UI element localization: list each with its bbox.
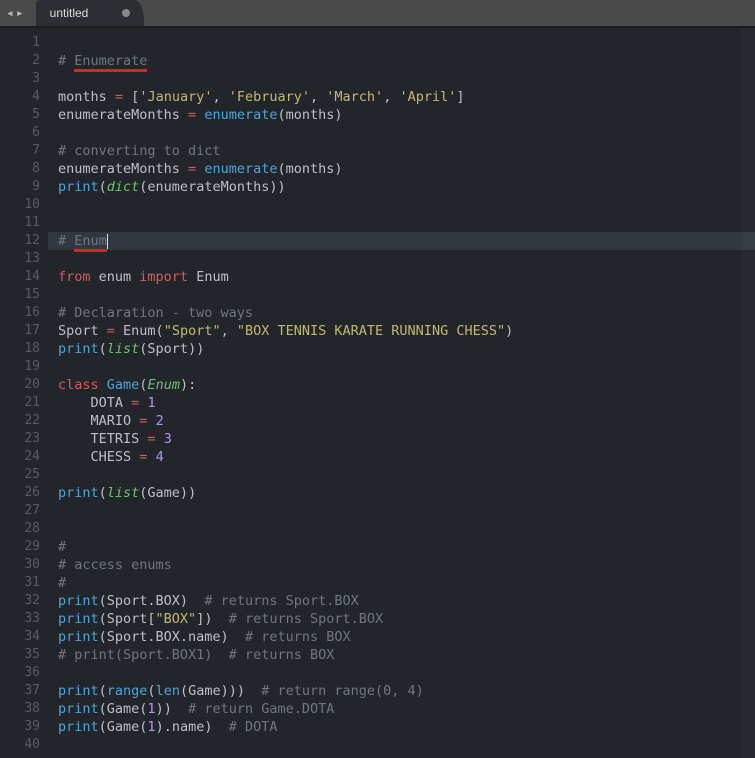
line-number: 5 <box>0 106 40 124</box>
code-line[interactable]: # converting to dict <box>58 142 755 160</box>
line-number: 32 <box>0 592 40 610</box>
line-number: 31 <box>0 574 40 592</box>
code-line[interactable]: # <box>58 574 755 592</box>
code-line[interactable]: print(Game(1)) # return Game.DOTA <box>58 700 755 718</box>
code-line[interactable] <box>58 34 755 52</box>
line-number: 25 <box>0 466 40 484</box>
line-number: 14 <box>0 268 40 286</box>
code-line[interactable]: print(Sport.BOX.name) # returns BOX <box>58 628 755 646</box>
code-line[interactable]: DOTA = 1 <box>58 394 755 412</box>
code-line[interactable]: print(list(Sport)) <box>58 340 755 358</box>
code-line[interactable] <box>58 196 755 214</box>
line-number: 37 <box>0 682 40 700</box>
code-line[interactable] <box>58 502 755 520</box>
line-number: 39 <box>0 718 40 736</box>
code-line[interactable] <box>58 124 755 142</box>
code-line[interactable] <box>58 520 755 538</box>
dirty-indicator-icon <box>122 9 130 17</box>
line-number: 2 <box>0 52 40 70</box>
code-text-area[interactable]: # Enumerate months = ['January', 'Februar… <box>48 28 755 758</box>
code-line[interactable]: enumerateMonths = enumerate(months) <box>58 106 755 124</box>
line-number: 11 <box>0 214 40 232</box>
line-number: 16 <box>0 304 40 322</box>
code-editor[interactable]: 1234567891011121314151617181920212223242… <box>0 28 755 758</box>
line-number: 12 <box>0 232 40 250</box>
line-number: 8 <box>0 160 40 178</box>
code-line[interactable] <box>58 214 755 232</box>
line-number: 10 <box>0 196 40 214</box>
line-number: 34 <box>0 628 40 646</box>
title-bar: ◂ ▸ untitled <box>0 0 755 26</box>
code-line[interactable]: # <box>58 538 755 556</box>
code-line[interactable]: Sport = Enum("Sport", "BOX TENNIS KARATE… <box>58 322 755 340</box>
line-number: 29 <box>0 538 40 556</box>
line-number: 38 <box>0 700 40 718</box>
code-line[interactable]: print(Sport.BOX) # returns Sport.BOX <box>58 592 755 610</box>
line-number: 13 <box>0 250 40 268</box>
file-tab[interactable]: untitled <box>36 0 145 26</box>
vertical-scrollbar[interactable] <box>741 28 755 758</box>
code-line[interactable]: print(Game(1).name) # DOTA <box>58 718 755 736</box>
code-line[interactable]: print(Sport["BOX"]) # returns Sport.BOX <box>58 610 755 628</box>
tab-title: untitled <box>50 6 89 20</box>
code-line[interactable]: # print(Sport.BOX1) # returns BOX <box>58 646 755 664</box>
code-line[interactable]: # access enums <box>58 556 755 574</box>
code-line[interactable] <box>58 358 755 376</box>
code-line[interactable]: CHESS = 4 <box>58 448 755 466</box>
code-line[interactable]: enumerateMonths = enumerate(months) <box>58 160 755 178</box>
line-number: 20 <box>0 376 40 394</box>
line-number: 21 <box>0 394 40 412</box>
line-number: 17 <box>0 322 40 340</box>
code-line[interactable]: print(list(Game)) <box>58 484 755 502</box>
code-line[interactable]: # Enumerate <box>58 52 755 70</box>
nav-back-icon[interactable]: ◂ <box>6 6 14 21</box>
code-line[interactable]: TETRIS = 3 <box>58 430 755 448</box>
line-number: 9 <box>0 178 40 196</box>
tab-history-nav: ◂ ▸ <box>0 6 30 21</box>
line-number: 23 <box>0 430 40 448</box>
line-number: 18 <box>0 340 40 358</box>
code-line[interactable]: # Enum <box>48 232 755 250</box>
nav-forward-icon[interactable]: ▸ <box>16 6 24 21</box>
line-number: 30 <box>0 556 40 574</box>
line-number: 24 <box>0 448 40 466</box>
code-line[interactable]: from enum import Enum <box>58 268 755 286</box>
line-number: 4 <box>0 88 40 106</box>
code-line[interactable] <box>58 70 755 88</box>
line-number: 26 <box>0 484 40 502</box>
line-number-gutter: 1234567891011121314151617181920212223242… <box>0 28 48 758</box>
code-line[interactable]: MARIO = 2 <box>58 412 755 430</box>
line-number: 15 <box>0 286 40 304</box>
code-line[interactable] <box>58 736 755 754</box>
code-line[interactable]: months = ['January', 'February', 'March'… <box>58 88 755 106</box>
code-line[interactable] <box>58 466 755 484</box>
code-line[interactable]: print(dict(enumerateMonths)) <box>58 178 755 196</box>
line-number: 7 <box>0 142 40 160</box>
code-line[interactable]: class Game(Enum): <box>58 376 755 394</box>
line-number: 6 <box>0 124 40 142</box>
line-number: 28 <box>0 520 40 538</box>
line-number: 22 <box>0 412 40 430</box>
code-line[interactable] <box>58 286 755 304</box>
code-line[interactable] <box>58 664 755 682</box>
line-number: 1 <box>0 34 40 52</box>
line-number: 36 <box>0 664 40 682</box>
line-number: 27 <box>0 502 40 520</box>
line-number: 35 <box>0 646 40 664</box>
text-cursor <box>107 234 108 249</box>
line-number: 19 <box>0 358 40 376</box>
line-number: 33 <box>0 610 40 628</box>
code-line[interactable]: print(range(len(Game))) # return range(0… <box>58 682 755 700</box>
line-number: 40 <box>0 736 40 754</box>
code-line[interactable] <box>58 250 755 268</box>
line-number: 3 <box>0 70 40 88</box>
code-line[interactable]: # Declaration - two ways <box>58 304 755 322</box>
